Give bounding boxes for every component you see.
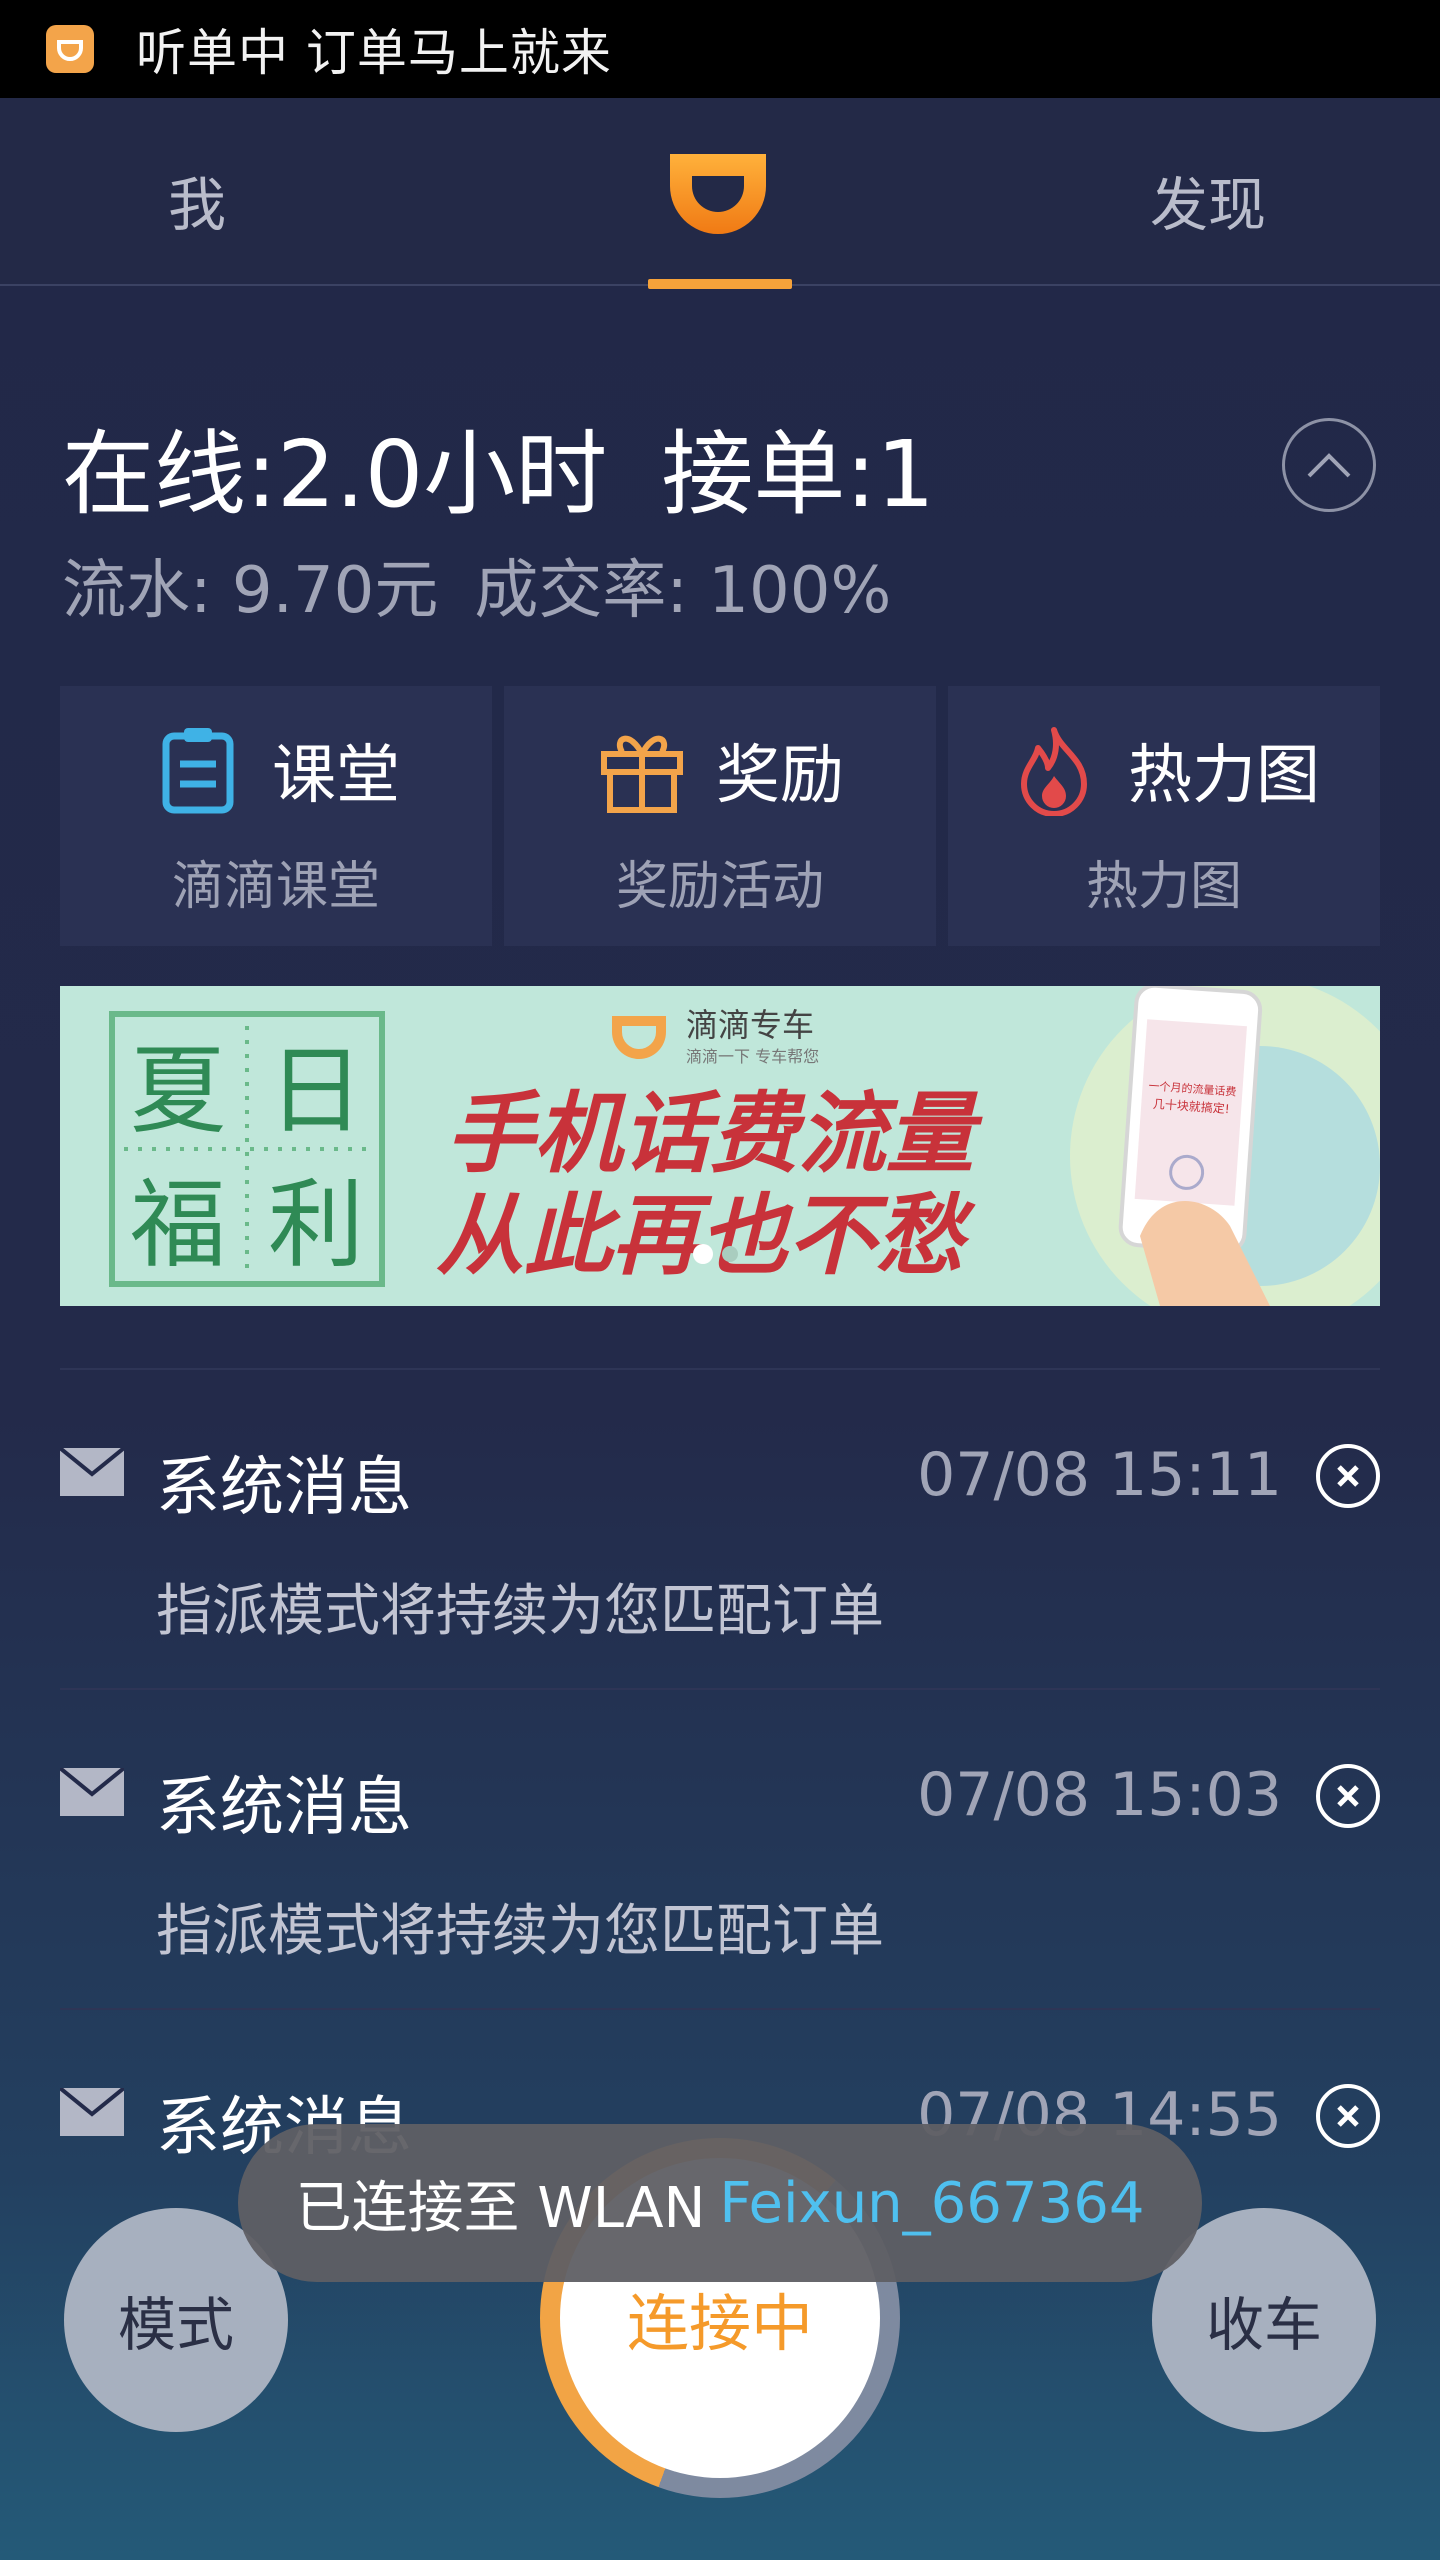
revenue: 流水: 9.70元 (62, 554, 439, 628)
order-count: 接单:1 (661, 421, 935, 528)
carousel-dot (722, 1246, 738, 1262)
card-title: 课堂 (272, 739, 400, 813)
collapse-button[interactable] (1282, 418, 1376, 512)
banner-brand-sub: 滴滴一下 专车帮您 (686, 1047, 819, 1066)
message-title: 系统消息 (156, 1771, 412, 1845)
wlan-toast: 已连接至 WLAN Feixun_667364 (238, 2124, 1202, 2282)
list-item[interactable]: 系统消息 07/08 15:11 指派模式将持续为您匹配订单 (60, 1368, 1380, 1688)
mail-icon (60, 1448, 124, 1496)
card-heatmap[interactable]: 热力图 热力图 (948, 686, 1380, 946)
card-subtitle: 奖励活动 (615, 857, 824, 917)
banner-art: 夏 日 福 利 滴滴专车 滴滴一下 专车帮您 手机话费流量 从此再也不愁 一个月… (60, 986, 1380, 1306)
active-tab-indicator (648, 279, 792, 289)
card-title: 奖励 (716, 739, 844, 813)
close-icon[interactable] (1316, 2084, 1380, 2148)
stats-summary: 在线:2.0小时 接单:1 流水: 9.70元 成交率: 100% (62, 400, 935, 631)
close-icon[interactable] (1316, 1764, 1380, 1828)
list-item[interactable]: 系统消息 07/08 15:03 指派模式将持续为您匹配订单 (60, 1688, 1380, 2008)
didi-app-icon (46, 25, 94, 73)
completion-rate: 成交率: 100% (474, 554, 892, 628)
gift-icon (601, 735, 683, 813)
toast-ssid: Feixun_667364 (719, 2170, 1145, 2236)
chevron-up-icon (1307, 453, 1351, 478)
status-text: 听单中 订单马上就来 (136, 24, 612, 82)
flame-icon (1021, 727, 1087, 816)
didi-logo-icon[interactable] (662, 140, 774, 240)
tab-discover[interactable]: 发现 (1150, 158, 1266, 242)
tab-me[interactable]: 我 (168, 158, 226, 242)
promo-banner[interactable]: 夏 日 福 利 滴滴专车 滴滴一下 专车帮您 手机话费流量 从此再也不愁 一个月… (60, 986, 1380, 1306)
card-subtitle: 滴滴课堂 (171, 857, 380, 917)
mail-icon (60, 2088, 124, 2136)
message-body: 指派模式将持续为您匹配订单 (156, 1579, 884, 1644)
banner-corner-char: 利 (268, 1169, 364, 1281)
card-classroom[interactable]: 课堂 滴滴课堂 (60, 686, 492, 946)
clipboard-icon (162, 728, 234, 814)
banner-corner-char: 福 (130, 1169, 226, 1281)
feature-cards: 课堂 滴滴课堂 奖励 奖励活动 热力图 热力图 (60, 686, 1380, 946)
message-time: 07/08 15:11 (917, 1440, 1282, 1510)
top-nav: 我 发现 (0, 98, 1440, 289)
status-bar: 听单中 订单马上就来 (0, 0, 1440, 98)
banner-corner-char: 日 (268, 1035, 364, 1147)
banner-corner-char: 夏 (130, 1035, 226, 1147)
card-title: 热力图 (1128, 739, 1320, 813)
carousel-dot-active (693, 1244, 713, 1264)
mail-icon (60, 1768, 124, 1816)
banner-brand: 滴滴专车 (686, 1006, 814, 1044)
close-icon[interactable] (1316, 1444, 1380, 1508)
message-title: 系统消息 (156, 1451, 412, 1525)
message-time: 07/08 15:03 (917, 1760, 1282, 1830)
card-rewards[interactable]: 奖励 奖励活动 (504, 686, 936, 946)
toast-text: 已连接至 WLAN (295, 2175, 706, 2241)
banner-headline: 手机话费流量 (446, 1081, 983, 1185)
message-body: 指派模式将持续为您匹配订单 (156, 1899, 884, 1964)
card-subtitle: 热力图 (1085, 857, 1242, 917)
online-hours: 在线:2.0小时 (62, 421, 608, 528)
banner-headline: 从此再也不愁 (436, 1183, 976, 1287)
